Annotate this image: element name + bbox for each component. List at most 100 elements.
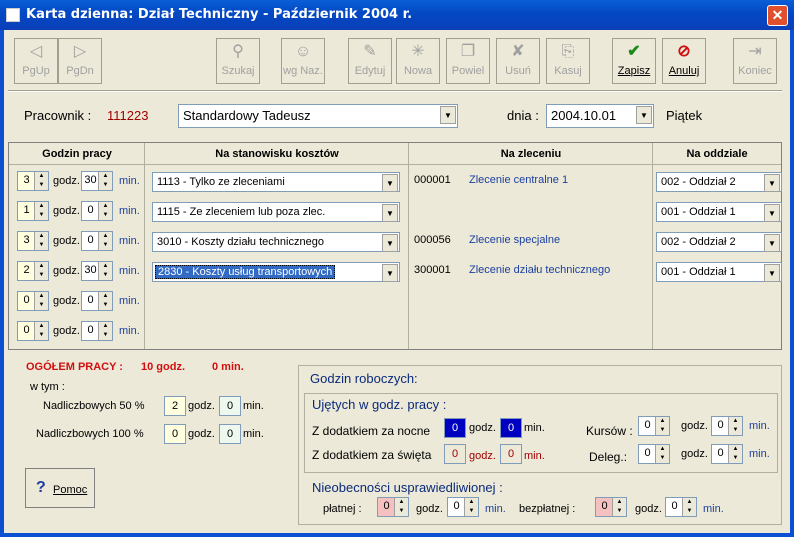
toolbar-button-pgup[interactable]: ◁ PgUp: [14, 38, 58, 84]
department-select[interactable]: 001 - Oddział 1 ▼: [656, 202, 782, 222]
delegation-hours-spinner[interactable]: 0 ▲ ▼: [638, 444, 670, 464]
department-select[interactable]: 002 - Oddział 2 ▼: [656, 232, 782, 252]
cost-center-select[interactable]: 1115 - Ze zleceniem lub poza zlec. ▼: [152, 202, 400, 222]
spinner-value: 0: [717, 447, 724, 459]
spinner-arrows-icon[interactable]: ▲ ▼: [34, 232, 48, 250]
toolbar-button-zapisz[interactable]: ✔ Zapisz: [612, 38, 656, 84]
hours-spinner[interactable]: 3 ▲ ▼: [17, 171, 49, 191]
chevron-down-icon[interactable]: ▼: [764, 204, 780, 222]
help-button[interactable]: ? Pomoc: [25, 468, 95, 508]
spinner-arrows-icon[interactable]: ▲ ▼: [728, 417, 742, 435]
spinner-arrows-icon[interactable]: ▲ ▼: [98, 262, 112, 280]
paid-minutes-spinner[interactable]: 0 ▲ ▼: [447, 497, 479, 517]
night-minutes[interactable]: 0: [500, 418, 522, 438]
spinner-arrows-icon[interactable]: ▲ ▼: [98, 292, 112, 310]
spinner-arrows-icon[interactable]: ▲ ▼: [98, 232, 112, 250]
chevron-down-icon[interactable]: ▼: [382, 204, 398, 222]
spinner-value: 30: [84, 264, 97, 276]
minutes-spinner[interactable]: 0 ▲ ▼: [81, 321, 113, 341]
minutes-spinner[interactable]: 0 ▲ ▼: [81, 231, 113, 251]
courses-minutes-spinner[interactable]: 0 ▲ ▼: [711, 416, 743, 436]
hours-spinner[interactable]: 3 ▲ ▼: [17, 231, 49, 251]
department-select[interactable]: 002 - Oddział 2 ▼: [656, 172, 782, 192]
delegation-label: Deleg.:: [589, 450, 628, 464]
chevron-down-icon[interactable]: ▼: [764, 174, 780, 192]
total-minutes: 0 min.: [212, 361, 244, 373]
ot50-minutes: 0: [219, 396, 241, 416]
spinner-arrows-icon[interactable]: ▲ ▼: [612, 498, 626, 516]
chevron-down-icon[interactable]: ▼: [382, 174, 398, 192]
spinner-arrows-icon[interactable]: ▲ ▼: [682, 498, 696, 516]
unit-minutes: min.: [243, 428, 264, 440]
toolbar-button-usuń[interactable]: ✘ Usuń: [496, 38, 540, 84]
minutes-spinner[interactable]: 30 ▲ ▼: [81, 261, 113, 281]
unit-hours: godz.: [53, 175, 80, 187]
date-picker[interactable]: 2004.10.01 ▼: [546, 104, 654, 128]
unit-minutes: min.: [524, 450, 545, 462]
toolbar-button-wg-naz-[interactable]: ☺ wg Naz.: [281, 38, 325, 84]
toolbar-button-kasuj[interactable]: ⎘ Kasuj: [546, 38, 590, 84]
paid-hours-spinner[interactable]: 0 ▲ ▼: [377, 497, 409, 517]
courses-hours-spinner[interactable]: 0 ▲ ▼: [638, 416, 670, 436]
spinner-arrows-icon[interactable]: ▲ ▼: [98, 322, 112, 340]
minutes-spinner[interactable]: 0 ▲ ▼: [81, 291, 113, 311]
toolbar-icon: ⚲: [232, 43, 244, 60]
unit-minutes: min.: [485, 503, 506, 515]
chevron-down-icon[interactable]: ▼: [764, 264, 780, 282]
spinner-value: 0: [671, 500, 678, 512]
chevron-down-icon[interactable]: ▼: [382, 234, 398, 252]
unit-minutes: min.: [119, 175, 140, 187]
toolbar-button-koniec[interactable]: ⇥ Koniec: [733, 38, 777, 84]
chevron-down-icon[interactable]: ▼: [382, 264, 398, 282]
date-value: 2004.10.01: [551, 108, 617, 123]
spinner-arrows-icon[interactable]: ▲ ▼: [34, 202, 48, 220]
cost-center-select[interactable]: 1113 - Tylko ze zleceniami ▼: [152, 172, 400, 192]
toolbar-button-edytuj[interactable]: ✎ Edytuj: [348, 38, 392, 84]
toolbar-button-nowa[interactable]: ✳ Nowa: [396, 38, 440, 84]
cost-center-select[interactable]: 2830 - Koszty usług transportowych ▼: [152, 262, 400, 282]
toolbar-label: Usuń: [505, 65, 531, 77]
toolbar-icon: ✔: [627, 43, 641, 60]
chevron-down-icon[interactable]: ▼: [440, 106, 456, 124]
hours-spinner[interactable]: 0 ▲ ▼: [17, 321, 49, 341]
spinner-arrows-icon[interactable]: ▲ ▼: [98, 172, 112, 190]
night-hours[interactable]: 0: [444, 418, 466, 438]
holiday-minutes[interactable]: 0: [500, 444, 522, 464]
spinner-arrows-icon[interactable]: ▲ ▼: [655, 417, 669, 435]
delegation-minutes-spinner[interactable]: 0 ▲ ▼: [711, 444, 743, 464]
toolbar-button-powiel[interactable]: ❐ Powiel: [446, 38, 490, 84]
minutes-spinner[interactable]: 30 ▲ ▼: [81, 171, 113, 191]
toolbar-button-pgdn[interactable]: ▷ PgDn: [58, 38, 102, 84]
chevron-down-icon[interactable]: ▼: [636, 106, 652, 124]
hours-spinner[interactable]: 0 ▲ ▼: [17, 291, 49, 311]
spinner-value: 3: [23, 234, 30, 246]
spinner-arrows-icon[interactable]: ▲ ▼: [464, 498, 478, 516]
toolbar-button-anuluj[interactable]: ⊘ Anuluj: [662, 38, 706, 84]
spinner-arrows-icon[interactable]: ▲ ▼: [655, 445, 669, 463]
spinner-arrows-icon[interactable]: ▲ ▼: [728, 445, 742, 463]
cost-center-select[interactable]: 3010 - Koszty działu technicznego ▼: [152, 232, 400, 252]
chevron-down-icon[interactable]: ▼: [764, 234, 780, 252]
spinner-arrows-icon[interactable]: ▲ ▼: [34, 262, 48, 280]
employee-select[interactable]: Standardowy Tadeusz ▼: [178, 104, 458, 128]
toolbar-label: Nowa: [403, 65, 433, 77]
spinner-arrows-icon[interactable]: ▲ ▼: [394, 498, 408, 516]
spinner-arrows-icon[interactable]: ▲ ▼: [98, 202, 112, 220]
hours-spinner[interactable]: 2 ▲ ▼: [17, 261, 49, 281]
toolbar-button-szukaj[interactable]: ⚲ Szukaj: [216, 38, 260, 84]
spinner-arrows-icon[interactable]: ▲ ▼: [34, 292, 48, 310]
holiday-hours[interactable]: 0: [444, 444, 466, 464]
combo-value: 1113 - Tylko ze zleceniami: [157, 176, 285, 188]
combo-value: 2830 - Koszty usług transportowych: [155, 265, 336, 279]
toolbar-label: wg Naz.: [283, 65, 323, 77]
minutes-spinner[interactable]: 0 ▲ ▼: [81, 201, 113, 221]
spinner-value: 0: [644, 447, 651, 459]
unpaid-minutes-spinner[interactable]: 0 ▲ ▼: [665, 497, 697, 517]
unit-hours: godz.: [53, 325, 80, 337]
spinner-arrows-icon[interactable]: ▲ ▼: [34, 322, 48, 340]
department-select[interactable]: 001 - Oddział 1 ▼: [656, 262, 782, 282]
unpaid-hours-spinner[interactable]: 0 ▲ ▼: [595, 497, 627, 517]
close-button[interactable]: ✕: [767, 5, 788, 26]
spinner-arrows-icon[interactable]: ▲ ▼: [34, 172, 48, 190]
hours-spinner[interactable]: 1 ▲ ▼: [17, 201, 49, 221]
